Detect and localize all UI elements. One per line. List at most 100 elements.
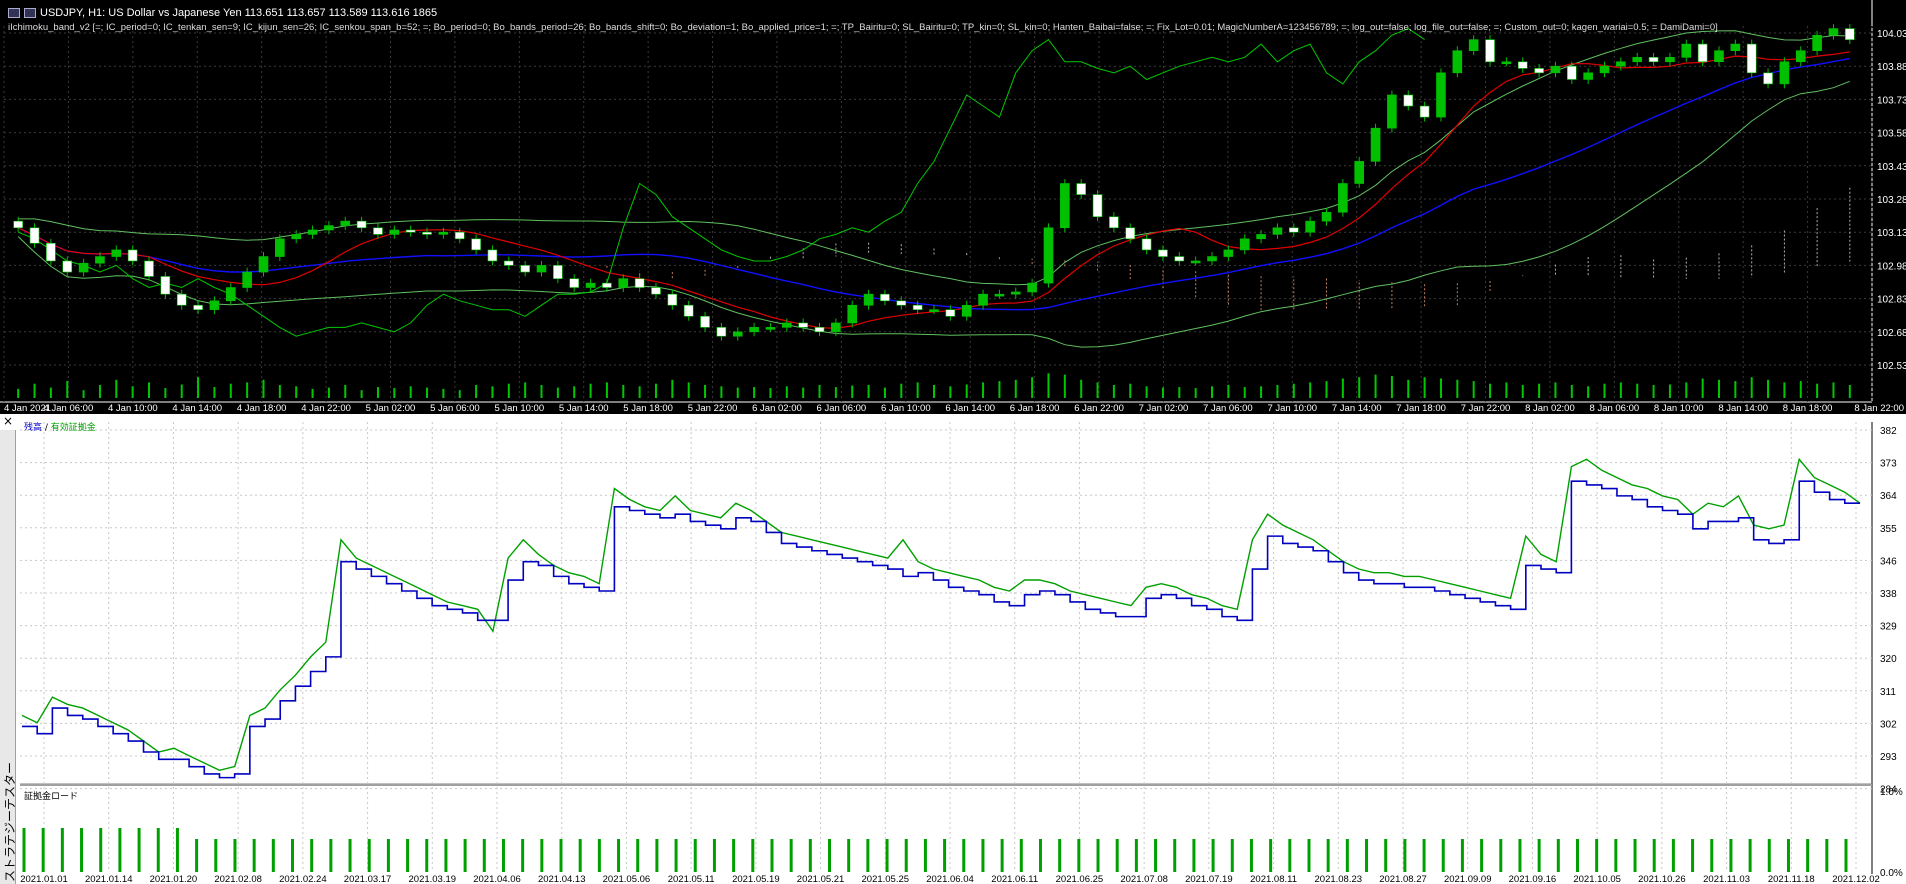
price-tick-label: 102.530	[1877, 361, 1906, 372]
candle-body	[1665, 57, 1675, 63]
candle-body	[1501, 61, 1512, 65]
candle-body	[1010, 291, 1021, 295]
candle-body	[242, 271, 252, 288]
candle-body	[1795, 50, 1806, 63]
candle-body	[1321, 211, 1332, 222]
candle-body	[880, 293, 890, 302]
candle-body	[961, 304, 972, 317]
candle-body	[618, 278, 629, 288]
price-tick-label: 104.030	[1877, 29, 1906, 40]
candle-body	[1550, 65, 1561, 74]
symbol-quote-line: USDJPY, H1: US Dollar vs Japanese Yen 11…	[40, 7, 438, 19]
candle-body	[1043, 227, 1054, 284]
date-tick-label: 2021.02.08	[214, 874, 262, 884]
time-tick-label: 8 Jan 18:00	[1783, 403, 1833, 414]
candle-body	[1746, 43, 1757, 74]
candle-body	[13, 220, 23, 229]
legend-equity: 有効証拠金	[50, 423, 96, 433]
tester-graph-canvas[interactable]: 3823733643553463383293203113022932841.0%…	[0, 414, 1906, 884]
price-tick-label: 102.980	[1877, 261, 1906, 272]
price-tick-label: 103.280	[1877, 195, 1906, 206]
time-tick-label: 8 Jan 22:00	[1854, 403, 1904, 414]
date-tick-label: 2021.06.11	[991, 874, 1038, 884]
date-tick-label: 2021.04.13	[538, 874, 586, 884]
candle-body	[1845, 28, 1855, 40]
candle-body	[1648, 57, 1659, 63]
time-tick-label: 7 Jan 02:00	[1139, 403, 1189, 414]
candle-body	[471, 238, 481, 251]
candle-body	[520, 265, 530, 273]
candle-body	[324, 225, 334, 231]
date-tick-label: 2021.03.17	[344, 874, 392, 884]
candle-body	[896, 300, 907, 306]
candle-body	[1027, 282, 1037, 293]
candle-body	[1288, 227, 1299, 233]
candle-body	[356, 220, 367, 229]
candle-body	[1616, 61, 1626, 67]
date-tick-label: 2021.05.19	[732, 874, 780, 884]
balance-tick-label: 364	[1880, 491, 1897, 502]
date-tick-label: 2021.05.06	[603, 874, 651, 884]
candle-body	[1828, 28, 1839, 36]
margin-tick-label: 1.0%	[1880, 787, 1903, 798]
time-tick-label: 8 Jan 06:00	[1590, 403, 1640, 414]
balance-tick-label: 320	[1880, 654, 1897, 665]
time-tick-label: 8 Jan 10:00	[1654, 403, 1704, 414]
date-tick-label: 2021.11.03	[1703, 874, 1750, 884]
candle-body	[749, 327, 759, 333]
candle-body	[340, 220, 351, 226]
time-tick-label: 6 Jan 02:00	[752, 403, 802, 414]
legend-separator: /	[42, 423, 51, 433]
candle-body	[438, 231, 449, 235]
chart-menu-icon[interactable]	[8, 8, 20, 18]
date-tick-label: 2021.08.11	[1250, 874, 1297, 884]
price-tick-label: 103.730	[1877, 95, 1906, 106]
price-tick-label: 103.880	[1877, 62, 1906, 73]
candle-body	[929, 309, 939, 312]
candle-body	[945, 309, 956, 317]
price-tick-label: 103.430	[1877, 162, 1906, 173]
candle-body	[831, 322, 841, 333]
price-chart-window[interactable]: 104.030 103.880 103.730 103.580 103.430 103.2…	[0, 0, 1906, 414]
time-tick-label: 4 Jan 06:00	[44, 403, 94, 414]
strategy-tester-panel[interactable]: 382 373 364 355 346 338 329 320 311 302 293 284 1.0%…	[0, 414, 1906, 884]
date-tick-label: 2021.08.27	[1379, 874, 1427, 884]
close-icon[interactable]: ×	[2, 414, 14, 428]
time-tick-label: 8 Jan 14:00	[1718, 403, 1768, 414]
balance-tick-label: 346	[1880, 556, 1897, 567]
indicator-parameters: iIchimoku_band_v2 [=; IC_period=0; IC_te…	[8, 22, 1718, 33]
candle-body	[487, 249, 498, 262]
candle-body	[1779, 61, 1790, 85]
margin-tick-label: 0.0%	[1880, 868, 1903, 879]
balance-tick-label: 355	[1880, 524, 1897, 535]
price-chart-canvas[interactable]: 104.030 103.880 103.730 103.580 103.430 103.2…	[0, 0, 1906, 414]
candle-body	[258, 256, 269, 273]
time-tick-label: 7 Jan 14:00	[1332, 403, 1382, 414]
candle-body	[1256, 234, 1266, 240]
candle-body	[1697, 43, 1708, 63]
margin-load-label: 証拠金ロード	[24, 792, 79, 802]
candle-body	[1158, 249, 1168, 257]
candle-body	[373, 227, 383, 235]
candle-body	[422, 231, 432, 235]
strategy-tester-tab[interactable]: ストラテジーテスター	[0, 430, 17, 884]
candle-body	[1125, 227, 1136, 240]
time-tick-label: 5 Jan 06:00	[430, 403, 480, 414]
candle-body	[1354, 161, 1365, 184]
candle-body	[683, 304, 694, 317]
candle-body	[389, 229, 400, 235]
chart-window-icon[interactable]	[24, 8, 36, 18]
tester-background	[20, 422, 1872, 882]
candle-body	[1534, 68, 1544, 74]
balance-tick-label: 293	[1880, 752, 1897, 763]
candle-body	[1714, 50, 1724, 63]
time-tick-label: 6 Jan 14:00	[945, 403, 995, 414]
candle-body	[1141, 238, 1152, 251]
time-tick-label: 4 Jan 18:00	[237, 403, 287, 414]
date-tick-label: 2021.01.20	[150, 874, 198, 884]
time-tick-label: 6 Jan 06:00	[817, 403, 867, 414]
candle-body	[1239, 238, 1250, 251]
candle-body	[127, 249, 138, 262]
candle-body	[78, 262, 89, 273]
candle-body	[1076, 183, 1086, 195]
